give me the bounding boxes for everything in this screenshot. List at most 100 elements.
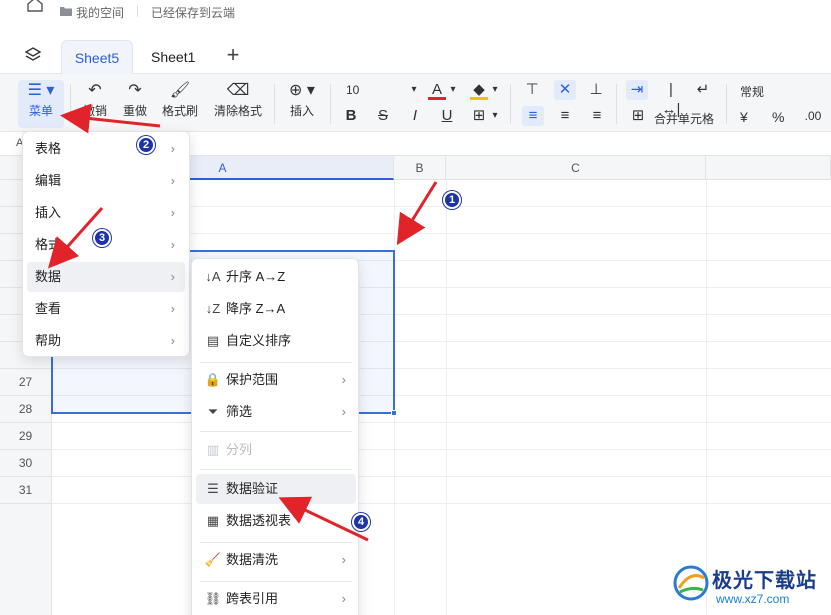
menu-divider: [200, 581, 352, 582]
breadcrumb[interactable]: 我的空间: [76, 4, 124, 21]
grid-line: [52, 503, 831, 504]
submenu-item-cross-sheet-ref[interactable]: ⛓ 跨表引用 ›: [196, 584, 356, 614]
chevron-right-icon: ›: [170, 205, 175, 220]
toolbar-divider: [616, 84, 617, 124]
text-overflow-icon[interactable]: ⇥: [626, 80, 648, 100]
pivot-table-icon: ▦: [206, 513, 220, 528]
submenu-item-label: 降序 Z→A: [226, 301, 286, 316]
redo-icon: ↷: [128, 82, 142, 99]
insert-button[interactable]: ⊕ ▾ 插入: [282, 80, 322, 120]
redo-label: 重做: [122, 104, 147, 118]
submenu-item-split-column: ▥ 分列: [196, 435, 356, 465]
chevron-down-icon[interactable]: ▾: [490, 80, 500, 100]
fill-color-icon[interactable]: ◆: [470, 80, 488, 100]
filter-icon: ⏷: [207, 404, 219, 419]
toolbar-divider: [510, 84, 511, 124]
menu-icon: ☰ ▾: [27, 82, 55, 99]
clear-format-label: 清除格式: [213, 104, 262, 118]
submenu-item-label: 跨表引用: [226, 591, 279, 606]
align-left-icon[interactable]: ≡: [522, 106, 544, 126]
chevron-down-icon[interactable]: ▾: [408, 80, 420, 100]
step-badge-4: 4: [352, 513, 370, 531]
number-format-select[interactable]: 常规: [740, 83, 764, 100]
chevron-down-icon[interactable]: ▾: [448, 80, 458, 100]
data-clean-icon: 🧹: [204, 552, 222, 567]
menu-item-insert[interactable]: 插入 ›: [27, 198, 185, 228]
chevron-right-icon: ›: [341, 552, 346, 567]
redo-button[interactable]: ↷ 重做: [118, 80, 152, 120]
column-header-b[interactable]: B: [394, 156, 446, 180]
submenu-item-sort-desc[interactable]: ↓Z 降序 Z→A: [196, 294, 356, 324]
home-icon[interactable]: [26, 0, 44, 12]
menu-item-data[interactable]: 数据 ›: [27, 262, 185, 292]
menu-item-help[interactable]: 帮助 ›: [27, 326, 185, 356]
chevron-down-icon[interactable]: ▾: [490, 106, 500, 126]
sort-desc-icon: ↓Z: [205, 301, 221, 316]
tab-sheet1[interactable]: Sheet1: [141, 40, 205, 74]
chevron-right-icon: ›: [170, 301, 175, 316]
menu-button[interactable]: ☰ ▾ 菜单: [18, 80, 64, 128]
submenu-item-sort-asc[interactable]: ↓A 升序 A→Z: [196, 262, 356, 292]
watermark-url: www.xz7.com: [716, 592, 790, 606]
submenu-item-custom-sort[interactable]: ▤ 自定义排序: [196, 326, 356, 356]
decimal-icon[interactable]: .00: [802, 106, 824, 126]
row-header-28[interactable]: 28: [0, 396, 52, 423]
submenu-item-label: 保护范围: [226, 372, 279, 387]
menu-item-view[interactable]: 查看 ›: [27, 294, 185, 324]
font-color-icon[interactable]: A: [428, 80, 446, 100]
align-bottom-icon[interactable]: ⊥: [586, 80, 606, 100]
toolbar: ☰ ▾ 菜单 ↶ 撤销 ↷ 重做 🖌 格式刷 ⌫ 清除格式 ⊕ ▾ 插入 10 …: [0, 74, 831, 132]
menu-item-edit[interactable]: 编辑 ›: [27, 166, 185, 196]
submenu-item-filter[interactable]: ⏷ 筛选 ›: [196, 397, 356, 427]
underline-icon[interactable]: U: [438, 106, 456, 126]
text-clip-icon[interactable]: |↔|: [660, 80, 682, 118]
bold-icon[interactable]: B: [342, 106, 360, 126]
data-submenu: ↓A 升序 A→Z ↓Z 降序 Z→A ▤ 自定义排序 🔒 保护范围 › ⏷ 筛选 › ▥ 分列…: [191, 258, 359, 615]
align-right-icon[interactable]: ≡: [586, 106, 608, 126]
chevron-right-icon: ›: [341, 591, 346, 606]
fill-handle[interactable]: [391, 410, 397, 416]
chevron-right-icon: ›: [170, 333, 175, 348]
chevron-right-icon: ›: [170, 141, 175, 156]
tab-sheet5[interactable]: Sheet5: [61, 40, 133, 74]
menu-item-label: 帮助: [35, 333, 62, 348]
italic-icon[interactable]: I: [406, 106, 424, 126]
column-header-c[interactable]: C: [446, 156, 706, 180]
grid-line: [446, 180, 447, 615]
row-header-29[interactable]: 29: [0, 423, 52, 450]
toolbar-divider: [70, 84, 71, 124]
percent-button[interactable]: %: [772, 109, 784, 125]
text-wrap-icon[interactable]: ↵: [692, 80, 714, 100]
format-painter-button[interactable]: 🖌 格式刷: [158, 80, 202, 120]
add-sheet-button[interactable]: +: [222, 44, 244, 66]
lock-icon: 🔒: [204, 372, 222, 387]
column-header-blank[interactable]: [706, 156, 831, 180]
submenu-item-label: 数据验证: [226, 481, 279, 496]
row-header-31[interactable]: 31: [0, 477, 52, 504]
submenu-item-pivot-table[interactable]: ▦ 数据透视表: [196, 506, 356, 536]
merge-cells-button[interactable]: 合并单元格: [654, 110, 714, 127]
save-status: 已经保存到云端: [151, 6, 236, 20]
row-header-30[interactable]: 30: [0, 450, 52, 477]
layers-icon[interactable]: [24, 46, 42, 64]
link-icon: ⛓: [204, 591, 222, 606]
clear-format-button[interactable]: ⌫ 清除格式: [210, 80, 266, 120]
row-header-27[interactable]: 27: [0, 369, 52, 396]
submenu-item-protect-range[interactable]: 🔒 保护范围 ›: [196, 365, 356, 395]
custom-sort-icon: ▤: [206, 333, 220, 348]
merge-cells-icon[interactable]: ⊞: [628, 106, 648, 126]
menu-label: 菜单: [28, 104, 53, 118]
plus-circle-icon: ⊕ ▾: [289, 82, 315, 99]
submenu-item-data-validation[interactable]: ☰ 数据验证: [196, 474, 356, 504]
align-top-icon[interactable]: ⊤: [522, 80, 542, 100]
strikethrough-icon[interactable]: S: [374, 106, 392, 126]
currency-button[interactable]: ¥: [740, 109, 748, 125]
menu-item-table[interactable]: 表格 ›: [27, 134, 185, 164]
font-size-select[interactable]: 10: [346, 83, 359, 97]
align-center-icon[interactable]: ≡: [554, 106, 576, 126]
border-icon[interactable]: ⊞: [470, 106, 488, 126]
submenu-item-data-clean[interactable]: 🧹 数据清洗 ›: [196, 545, 356, 575]
align-middle-icon[interactable]: ✕: [554, 80, 576, 100]
chevron-right-icon: ›: [170, 237, 175, 252]
undo-button[interactable]: ↶ 撤销: [78, 80, 112, 120]
